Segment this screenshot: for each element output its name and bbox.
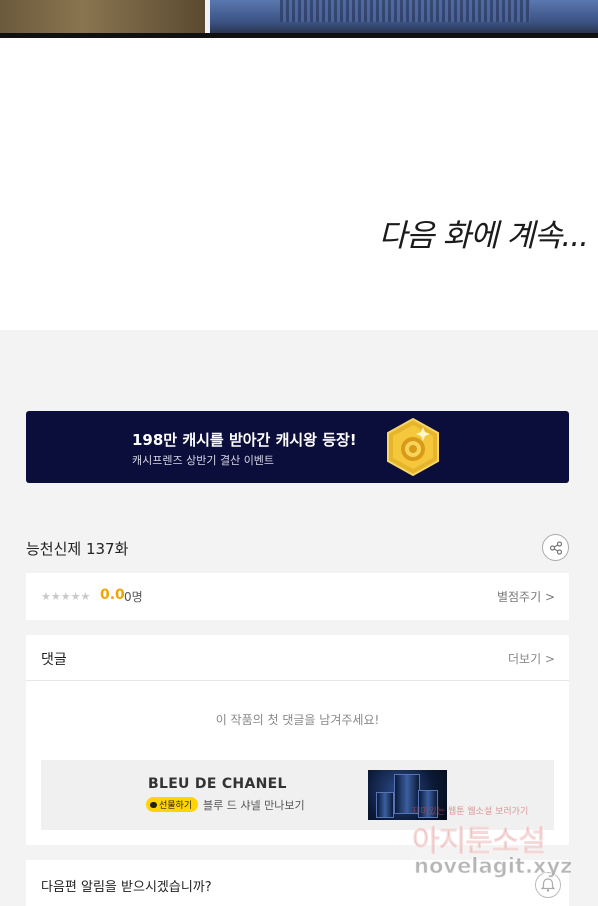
- rating-count: 0명: [124, 590, 143, 604]
- gift-badge-label: 선물하기: [159, 801, 193, 811]
- gold-coin-icon: [387, 417, 439, 477]
- ad-description: 블루 드 샤넬 만나보기: [203, 799, 305, 812]
- star-icon: ★: [80, 590, 91, 603]
- chat-bubble-icon: [150, 801, 157, 808]
- notify-toggle-button[interactable]: [535, 872, 561, 898]
- perfume-image: [368, 770, 447, 820]
- rate-button[interactable]: 별점주기 >: [497, 588, 555, 605]
- banner-subtitle: 캐시프렌즈 상반기 결산 이벤트: [132, 454, 275, 467]
- page: 다음 화에 계속... 198만 캐시를 받아간 캐시왕 등장! 캐시프렌즈 상…: [0, 0, 598, 906]
- comments-more-link[interactable]: 더보기 >: [508, 650, 555, 667]
- star-rating: ★★★★★: [41, 590, 90, 603]
- share-button[interactable]: [542, 534, 569, 561]
- comments-title: 댓글: [41, 652, 67, 668]
- episode-title: 능천신제 137화: [26, 540, 129, 558]
- notify-question: 다음편 알림을 받으시겠습니까?: [41, 880, 212, 895]
- share-icon: [549, 540, 562, 555]
- comic-panel: 다음 화에 계속...: [0, 0, 598, 330]
- to-be-continued-text: 다음 화에 계속...: [378, 218, 589, 254]
- gift-badge[interactable]: 선물하기: [146, 797, 199, 812]
- star-icon: ★: [50, 590, 61, 603]
- bell-icon: [540, 878, 556, 892]
- star-icon: ★: [41, 590, 51, 603]
- ad-title: BLEU DE CHANEL: [148, 776, 287, 792]
- rating-score: 0.0: [100, 587, 125, 603]
- notification-card: 다음편 알림을 받으시겠습니까?: [26, 860, 569, 906]
- comments-section: 댓글 더보기 > 이 작품의 첫 댓글을 남겨주세요! BLEU DE CHAN…: [26, 635, 569, 845]
- event-banner[interactable]: 198만 캐시를 받아간 캐시왕 등장! 캐시프렌즈 상반기 결산 이벤트: [26, 411, 569, 483]
- ad-banner[interactable]: BLEU DE CHANEL 선물하기 블루 드 샤넬 만나보기: [41, 760, 554, 830]
- comments-header: 댓글 더보기 >: [26, 635, 569, 681]
- star-icon: ★: [70, 590, 81, 603]
- comments-empty-message: 이 작품의 첫 댓글을 남겨주세요!: [215, 713, 380, 727]
- star-icon: ★: [60, 590, 71, 603]
- banner-title: 198만 캐시를 받아간 캐시왕 등장!: [132, 431, 357, 449]
- comic-image-strip: [0, 0, 598, 38]
- rating-card: ★★★★★ 0.0 0명 별점주기 >: [26, 573, 569, 620]
